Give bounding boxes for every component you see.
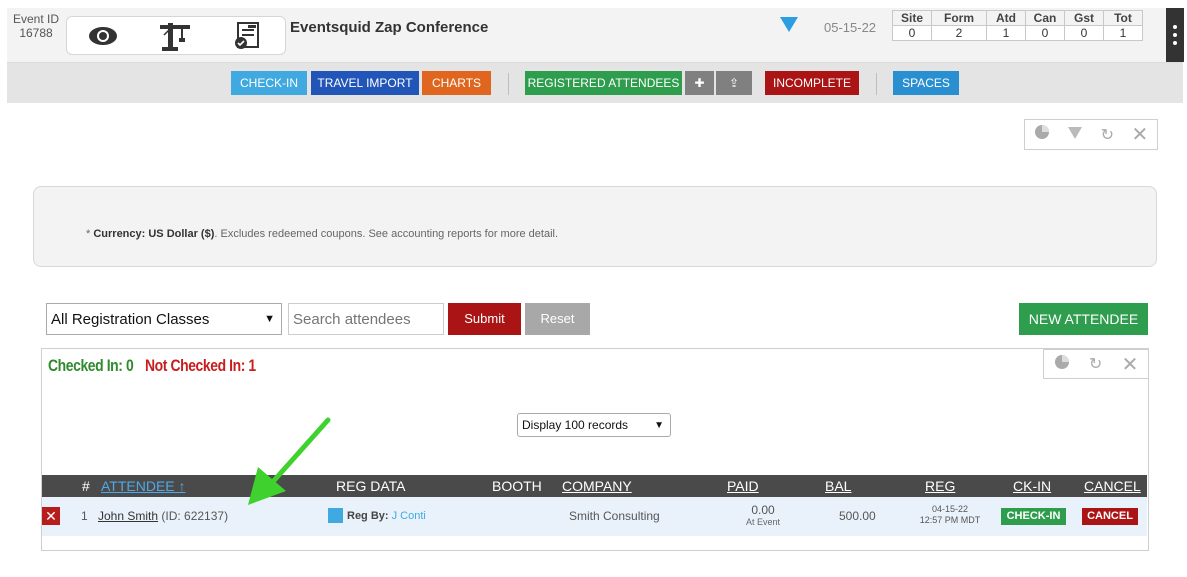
header-bal[interactable]: BAL [825,478,851,494]
paid-value: 0.00 [751,503,775,517]
reg-by-name[interactable]: J Conti [392,510,426,522]
attendee-id: (ID: 622137) [161,509,229,523]
attendee-name-link[interactable]: John Smith [98,509,158,523]
currency-note: * Currency: US Dollar ($). Excludes rede… [86,228,559,240]
close-icon[interactable]: ✕ [1122,352,1139,377]
event-id-value: 16788 [19,26,53,40]
stat-label-form: Form [931,10,987,26]
event-id-label: Event ID [12,12,60,26]
incomplete-button[interactable]: INCOMPLETE [765,71,859,95]
display-records-select[interactable]: Display 100 records ▼ [517,413,671,437]
stat-value-atd: 1 [986,25,1026,41]
filter-icon[interactable] [1067,124,1083,145]
stat-value-site: 0 [892,25,932,41]
stat-value-can: 0 [1025,25,1065,41]
company-cell: Smith Consulting [569,509,660,523]
event-date: 05-15-22 [824,20,877,35]
header-paid[interactable]: PAID [727,478,759,494]
header-num: # [82,478,90,494]
header-company[interactable]: COMPANY [562,478,632,494]
registration-class-select[interactable]: All Registration Classes ▼ [46,303,282,335]
crane-icon[interactable] [139,17,211,54]
balance-cell: 500.00 [839,509,876,523]
stat-value-tot: 1 [1103,25,1143,41]
stat-label-site: Site [892,10,932,26]
event-title: Eventsquid Zap Conference [290,19,489,36]
new-attendee-button[interactable]: NEW ATTENDEE [1019,303,1148,335]
header-booth: BOOTH [492,478,542,494]
travel-import-button[interactable]: TRAVEL IMPORT [311,71,419,95]
reg-date-cell: 04-15-22 12:57 PM MDT [912,504,988,526]
refresh-icon[interactable]: ↻ [1089,354,1102,374]
chevron-down-icon: ▼ [264,313,275,325]
delete-row-icon[interactable]: ✕ [42,507,60,525]
pie-chart-icon[interactable] [1054,354,1070,375]
header-ck-in[interactable]: CK-IN [1013,478,1051,494]
event-icon-group [66,16,286,55]
reg-by-cell: Reg By: J Conti [347,510,426,522]
stat-label-gst: Gst [1064,10,1104,26]
row-number: 1 [81,509,88,523]
check-in-nav-button[interactable]: CHECK-IN [231,71,307,95]
registered-attendees-button[interactable]: REGISTERED ATTENDEES [525,71,682,95]
header-reg-data: REG DATA [336,478,406,494]
charts-button[interactable]: CHARTS [422,71,491,95]
currency-panel: * Currency: US Dollar ($). Excludes rede… [33,186,1157,267]
chevron-down-icon: ▼ [654,419,664,431]
check-in-button[interactable]: CHECK-IN [1001,508,1066,525]
attendee-cell: John Smith (ID: 622137) [98,509,228,523]
nav-divider [508,73,509,95]
pie-chart-icon[interactable] [1034,124,1050,145]
report-icon[interactable] [211,17,283,54]
reg-by-label: Reg By: [347,510,389,522]
header-attendee[interactable]: ATTENDEE ↑ [101,478,186,494]
header-cancel[interactable]: CANCEL [1084,478,1141,494]
stat-label-can: Can [1025,10,1065,26]
event-id: Event ID 16788 [10,12,62,40]
search-input[interactable] [288,303,444,335]
cancel-registration-button[interactable]: CANCEL [1082,508,1138,525]
panel-toolbox: ↻ ✕ [1024,119,1158,150]
reset-button[interactable]: Reset [525,303,590,335]
add-attendee-icon[interactable]: ✚ [685,71,714,95]
paid-cell: 0.00 At Event [740,503,786,527]
close-icon[interactable]: ✕ [1131,122,1148,147]
display-records-value: Display 100 records [522,418,629,432]
not-checked-in-count: Not Checked In: 1 [145,356,256,375]
annotation-arrow-icon [248,417,331,505]
stats-table: Site Form Atd Can Gst Tot 0 2 1 0 0 1 [892,10,1143,41]
paid-note: At Event [745,517,781,527]
reg-time: 12:57 PM MDT [919,515,981,525]
table-toolbox: ↻ ✕ [1043,349,1149,379]
eye-icon[interactable] [67,17,139,54]
stat-label-atd: Atd [986,10,1026,26]
kebab-menu-icon[interactable] [1166,8,1184,62]
registration-class-value: All Registration Classes [51,310,210,328]
reg-date: 04-15-22 [931,504,969,514]
stat-value-gst: 0 [1064,25,1104,41]
checked-in-count: Checked In: 0 [48,356,134,375]
nav-divider [876,73,877,95]
spaces-button[interactable]: SPACES [893,71,959,95]
refresh-icon[interactable]: ↻ [1101,125,1114,145]
stat-label-tot: Tot [1103,10,1143,26]
filter-triangle-icon[interactable] [780,17,798,32]
upload-icon[interactable]: ⇪ [716,71,752,95]
header-reg[interactable]: REG [925,478,955,494]
submit-button[interactable]: Submit [448,303,521,335]
stat-value-form: 2 [931,25,987,41]
